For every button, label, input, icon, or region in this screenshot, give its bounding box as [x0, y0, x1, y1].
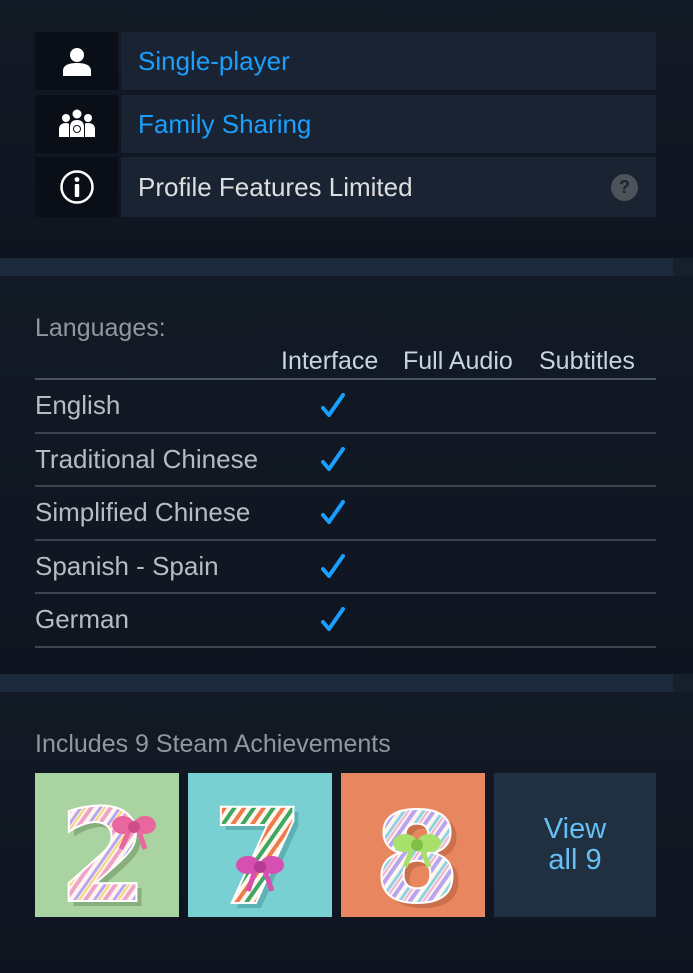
feature-label[interactable]: Single-player — [121, 32, 656, 90]
language-name: Simplified Chinese — [35, 497, 251, 527]
column-full-audio: Full Audio — [403, 347, 513, 375]
help-icon[interactable]: ? — [611, 174, 638, 201]
column-subtitles: Subtitles — [539, 347, 635, 375]
language-row-german: German — [35, 594, 656, 648]
store-sidebar: Single-player Family Sharing Profile Fea… — [0, 0, 693, 973]
check-icon — [321, 553, 345, 585]
languages-table: English Traditional Chinese Simplified C… — [35, 378, 656, 648]
achievement-tile-8[interactable]: 8 8 — [341, 773, 485, 917]
language-name: English — [35, 390, 121, 420]
single-player-icon — [35, 32, 118, 90]
language-name: German — [35, 604, 129, 634]
section-divider — [0, 674, 693, 692]
family-sharing-icon — [35, 95, 118, 153]
feature-profile-limited[interactable]: Profile Features Limited ? — [35, 157, 656, 217]
achievements-block: Includes 9 Steam Achievements 2 2 7 7 8 … — [0, 692, 693, 973]
info-icon — [35, 157, 118, 217]
check-icon — [321, 446, 345, 478]
language-row-spanish-spain: Spanish - Spain — [35, 541, 656, 594]
features-block: Single-player Family Sharing Profile Fea… — [0, 0, 693, 258]
view-all-line1: View — [543, 813, 607, 845]
languages-title: Languages: — [35, 314, 166, 342]
language-name: Spanish - Spain — [35, 550, 219, 581]
section-divider — [0, 258, 693, 276]
feature-label-text: Profile Features Limited — [138, 171, 413, 202]
check-icon — [321, 607, 345, 638]
achievements-title[interactable]: Includes 9 Steam Achievements — [35, 730, 391, 759]
check-icon — [321, 393, 345, 424]
svg-text:8: 8 — [374, 787, 460, 917]
feature-label[interactable]: Profile Features Limited ? — [121, 157, 656, 217]
language-row-english: English — [35, 380, 656, 434]
svg-text:7: 7 — [212, 781, 304, 917]
feature-single-player[interactable]: Single-player — [35, 32, 656, 90]
achievement-tile-2[interactable]: 2 2 — [35, 773, 179, 917]
languages-block: Languages: Interface Full Audio Subtitle… — [0, 276, 693, 674]
feature-family-sharing[interactable]: Family Sharing — [35, 95, 656, 153]
column-interface: Interface — [281, 347, 379, 375]
achievement-tile-7[interactable]: 7 7 — [188, 773, 332, 917]
svg-text:2: 2 — [58, 783, 147, 917]
feature-label[interactable]: Family Sharing — [121, 95, 656, 153]
check-icon — [321, 500, 345, 531]
language-row-simplified-chinese: Simplified Chinese — [35, 487, 656, 541]
language-name: Traditional Chinese — [35, 443, 259, 474]
view-all-line2: all 9 — [548, 844, 602, 876]
language-row-traditional-chinese: Traditional Chinese — [35, 434, 656, 487]
view-all-achievements-button[interactable]: View all 9 — [494, 773, 656, 917]
